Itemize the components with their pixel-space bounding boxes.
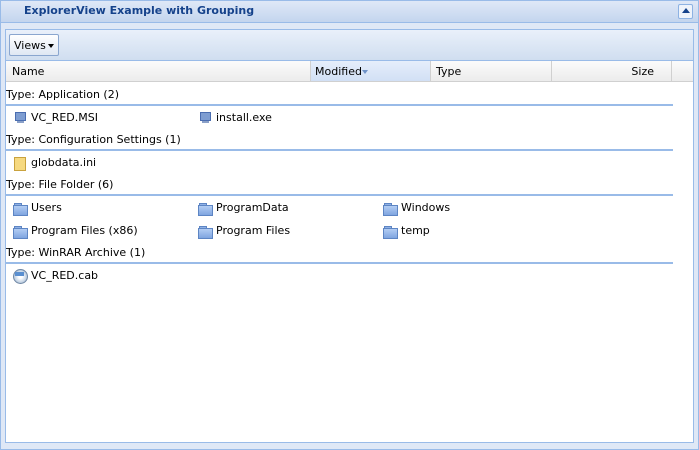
item-label: Program Files — [216, 224, 291, 237]
column-header-row: Name Modified Type Size — [6, 61, 693, 82]
column-header-label: Modified — [315, 65, 362, 78]
item-label: VC_RED.cab — [31, 269, 99, 282]
item-label: ProgramData — [216, 201, 289, 214]
views-button-label: Views — [14, 39, 46, 52]
panel-titlebar: ExplorerView Example with Grouping — [1, 1, 698, 23]
folder-icon — [12, 223, 28, 239]
collapse-button[interactable] — [678, 4, 693, 19]
chevron-up-icon — [682, 8, 690, 13]
caret-down-icon — [48, 44, 54, 48]
group-header-label: Type: File Folder (6) — [6, 178, 114, 191]
application-icon — [197, 110, 213, 126]
folder-icon — [382, 200, 398, 216]
item-label: Users — [31, 201, 62, 214]
group-header-label: Type: Configuration Settings (1) — [6, 133, 181, 146]
item-label: Program Files (x86) — [31, 224, 138, 237]
column-header-type[interactable]: Type — [431, 61, 552, 81]
folder-icon — [382, 223, 398, 239]
item-label: VC_RED.MSI — [31, 111, 98, 124]
group-header-label: Type: WinRAR Archive (1) — [6, 246, 146, 259]
group-header-configuration-settings[interactable]: Type: Configuration Settings (1) — [6, 132, 673, 151]
explorer-view: Views Name Modified Type Size Type: Appl… — [5, 29, 694, 443]
column-header-label: Size — [631, 65, 654, 78]
explorer-panel: ExplorerView Example with Grouping Views… — [0, 0, 699, 450]
panel-title: ExplorerView Example with Grouping — [24, 4, 255, 17]
sort-descending-icon — [362, 70, 368, 74]
column-header-label: Type — [436, 65, 462, 78]
column-header-modified[interactable]: Modified — [311, 61, 431, 81]
folder-icon — [197, 200, 213, 216]
item-label: globdata.ini — [31, 156, 97, 169]
views-menu-button[interactable]: Views — [9, 34, 59, 56]
column-header-label: Name — [12, 65, 45, 78]
group-header-winrar-archive[interactable]: Type: WinRAR Archive (1) — [6, 245, 673, 264]
column-header-name[interactable]: Name — [6, 61, 311, 81]
settings-file-icon — [12, 155, 28, 171]
application-icon — [12, 110, 28, 126]
item-label: Windows — [401, 201, 451, 214]
group-header-application[interactable]: Type: Application (2) — [6, 87, 673, 106]
group-header-label: Type: Application (2) — [6, 88, 120, 101]
folder-icon — [197, 223, 213, 239]
item-label: temp — [401, 224, 430, 237]
toolbar: Views — [6, 30, 693, 61]
folder-icon — [12, 200, 28, 216]
column-header-size[interactable]: Size — [552, 61, 672, 81]
group-header-file-folder[interactable]: Type: File Folder (6) — [6, 177, 673, 196]
item-label: install.exe — [216, 111, 272, 124]
archive-icon — [12, 268, 28, 284]
